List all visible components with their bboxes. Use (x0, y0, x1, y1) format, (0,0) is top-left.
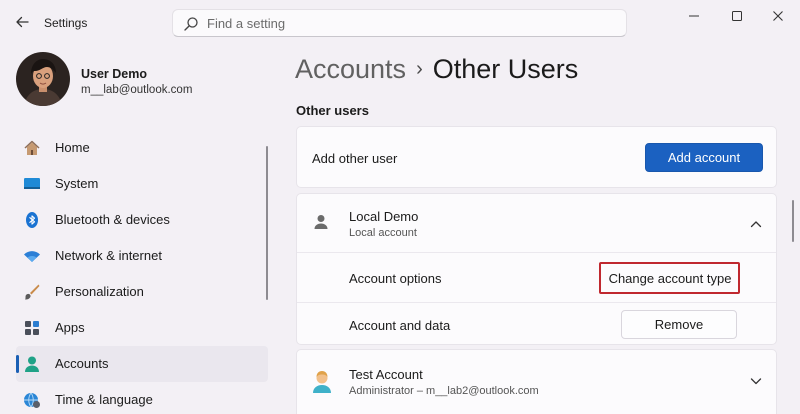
chevron-down-icon[interactable] (749, 374, 763, 388)
local-account-card: Local Demo Local account Account options… (296, 193, 777, 345)
user-avatar-icon (313, 371, 331, 393)
app-title: Settings (44, 16, 88, 30)
chevron-up-icon[interactable] (749, 217, 763, 231)
breadcrumb: Accounts › Other Users (295, 54, 578, 88)
title-bar: Settings (0, 0, 800, 44)
test-account-name: Test Account (349, 367, 423, 382)
add-user-label: Add other user (312, 151, 398, 166)
sidebar-item-label: Apps (55, 320, 85, 335)
minimize-button[interactable] (676, 4, 712, 28)
divider (297, 302, 776, 303)
back-button[interactable] (12, 12, 32, 32)
home-icon (24, 140, 40, 155)
sidebar-item-apps[interactable]: Apps (16, 310, 268, 346)
globe-clock-icon (24, 392, 40, 408)
sidebar-item-label: Home (55, 140, 90, 155)
main-scrollbar[interactable] (792, 200, 794, 242)
system-icon (24, 178, 40, 189)
local-account-header[interactable]: Local Demo Local account (297, 194, 776, 252)
sidebar-item-accounts[interactable]: Accounts (16, 346, 268, 382)
section-title: Other users (296, 103, 369, 118)
sidebar-scrollbar[interactable] (266, 146, 268, 300)
back-arrow-icon (16, 16, 29, 28)
test-account-card[interactable]: Test Account Administrator – m__lab2@out… (296, 349, 777, 414)
test-account-detail: Administrator – m__lab2@outlook.com (349, 385, 539, 397)
sidebar-item-label: Time & language (55, 392, 153, 407)
local-account-type: Local account (349, 227, 417, 239)
sidebar-item-label: Accounts (55, 356, 109, 371)
add-user-card: Add other user Add account (296, 126, 777, 188)
add-account-button[interactable]: Add account (645, 143, 763, 172)
sidebar-item-label: Network & internet (55, 248, 162, 263)
wifi-icon (24, 251, 40, 262)
page-title: Other Users (432, 54, 579, 84)
sidebar-item-label: System (55, 176, 99, 191)
apps-icon (25, 321, 39, 335)
breadcrumb-chevron-icon: › (416, 58, 423, 80)
avatar-image (16, 52, 70, 106)
search-icon (184, 17, 198, 31)
account-data-label: Account and data (349, 318, 451, 333)
sidebar-item-network[interactable]: Network & internet (16, 238, 268, 274)
brush-icon (25, 284, 40, 300)
sidebar-item-time-language[interactable]: Time & language (16, 382, 268, 414)
local-account-name: Local Demo (349, 209, 419, 224)
close-button[interactable] (760, 4, 796, 28)
maximize-button[interactable] (719, 4, 755, 28)
sidebar-item-system[interactable]: System (16, 166, 268, 202)
remove-button[interactable]: Remove (621, 310, 737, 339)
user-icon (314, 215, 328, 229)
search-box[interactable] (172, 9, 627, 37)
profile-name: User Demo (81, 67, 147, 81)
avatar[interactable] (16, 52, 70, 106)
sidebar-item-label: Personalization (55, 284, 144, 299)
search-input[interactable] (207, 13, 607, 33)
person-icon (25, 356, 39, 372)
sidebar-item-bluetooth[interactable]: Bluetooth & devices (16, 202, 268, 238)
sidebar-nav: Home System Bluetooth & devices Network … (16, 130, 268, 414)
bluetooth-icon (26, 212, 38, 228)
minimize-icon (689, 15, 699, 17)
sidebar-item-home[interactable]: Home (16, 130, 268, 166)
maximize-icon (732, 11, 742, 21)
sidebar-item-label: Bluetooth & devices (55, 212, 170, 227)
account-options-label: Account options (349, 271, 442, 286)
breadcrumb-parent[interactable]: Accounts (295, 54, 406, 84)
profile-email: m__lab@outlook.com (81, 84, 193, 96)
active-indicator (16, 355, 19, 373)
divider (297, 252, 776, 253)
highlight-box (599, 262, 740, 294)
close-icon (773, 11, 783, 21)
sidebar-item-personalization[interactable]: Personalization (16, 274, 268, 310)
